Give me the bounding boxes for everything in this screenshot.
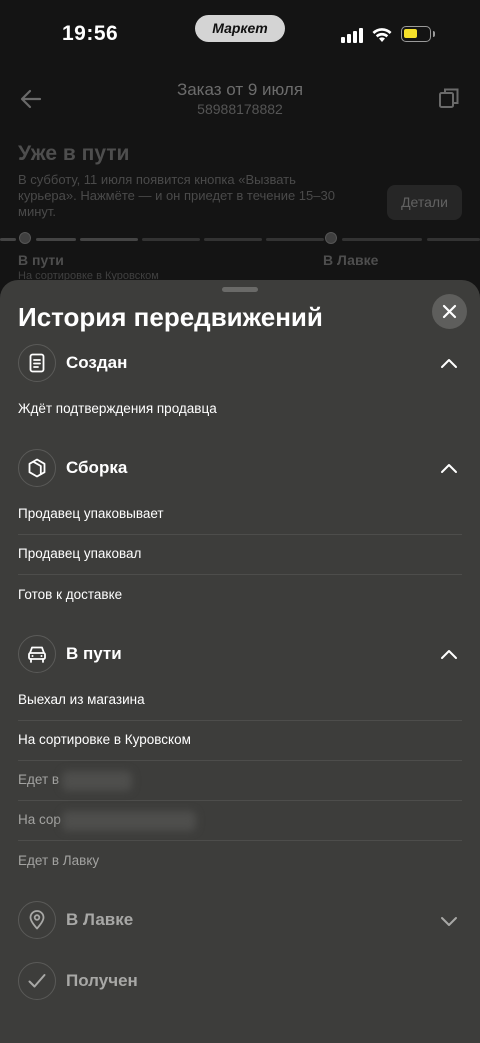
copy-icon[interactable]	[438, 87, 460, 109]
history-event: На сортировке в Куровском	[18, 720, 462, 761]
chevron-up-icon[interactable]	[440, 646, 458, 664]
group-created-header[interactable]: Создан	[0, 343, 480, 385]
battery-icon	[401, 26, 435, 42]
order-status-title: Уже в пути	[18, 142, 130, 165]
history-event-redacted: На сор	[18, 800, 462, 841]
order-status-description: В субботу, 11 июля появится кнопка «Вызв…	[18, 172, 335, 219]
progress-step-in-transit: В пути	[18, 252, 64, 268]
status-bar: 19:56 Маркет	[0, 0, 480, 64]
chevron-up-icon[interactable]	[440, 355, 458, 373]
app-screen: 19:56 Маркет Заказ от 9 июля 58988178882…	[0, 0, 480, 1043]
document-icon	[18, 344, 56, 382]
group-assembly-title: Сборка	[66, 458, 128, 477]
group-received-header[interactable]: Получен	[0, 961, 480, 1003]
history-event: Продавец упаковывает	[18, 494, 462, 535]
history-event-text: Едет в	[18, 772, 60, 787]
close-icon	[442, 304, 457, 319]
sheet-title: История передвижений	[18, 302, 323, 332]
checkmark-icon	[18, 962, 56, 1000]
order-title: Заказ от 9 июля	[176, 80, 304, 99]
group-in-transit-title: В пути	[66, 644, 122, 663]
app-pill: Маркет	[195, 15, 285, 42]
group-received-title: Получен	[66, 971, 138, 990]
history-event: Продавец упаковал	[18, 534, 462, 575]
wifi-icon	[372, 28, 392, 42]
redacted-area	[62, 811, 196, 831]
sheet-drag-handle[interactable]	[222, 287, 258, 292]
status-time: 19:56	[62, 22, 119, 45]
history-event: Выехал из магазина	[18, 680, 462, 721]
group-in-lavka-title: В Лавке	[66, 910, 134, 929]
history-sheet: История передвижений Создан Ждёт подтвер…	[0, 280, 480, 1043]
history-event: Готов к доставке	[18, 587, 123, 602]
box-icon	[18, 449, 56, 487]
group-in-lavka-header[interactable]: В Лавке	[0, 900, 480, 942]
history-event: Ждёт подтверждения продавца	[18, 401, 217, 416]
group-in-transit-header[interactable]: В пути	[0, 634, 480, 676]
progress-step-in-lavka: В Лавке	[323, 252, 379, 268]
progress-track	[0, 232, 480, 244]
order-page-background: Заказ от 9 июля 58988178882 Уже в пути В…	[0, 64, 480, 294]
order-number: 58988178882	[197, 101, 283, 117]
redacted-area	[62, 771, 132, 791]
chevron-down-icon[interactable]	[440, 912, 458, 930]
group-created-title: Создан	[66, 353, 128, 372]
cellular-signal-icon	[341, 28, 363, 43]
history-event-redacted: Едет в	[18, 760, 462, 801]
group-assembly-header[interactable]: Сборка	[0, 448, 480, 490]
history-event-text: На сор	[18, 812, 61, 827]
location-pin-icon	[18, 901, 56, 939]
details-button[interactable]: Детали	[387, 185, 462, 220]
history-event: Едет в Лавку	[18, 853, 100, 868]
chevron-up-icon[interactable]	[440, 460, 458, 478]
close-button[interactable]	[432, 294, 467, 329]
car-icon	[18, 635, 56, 673]
